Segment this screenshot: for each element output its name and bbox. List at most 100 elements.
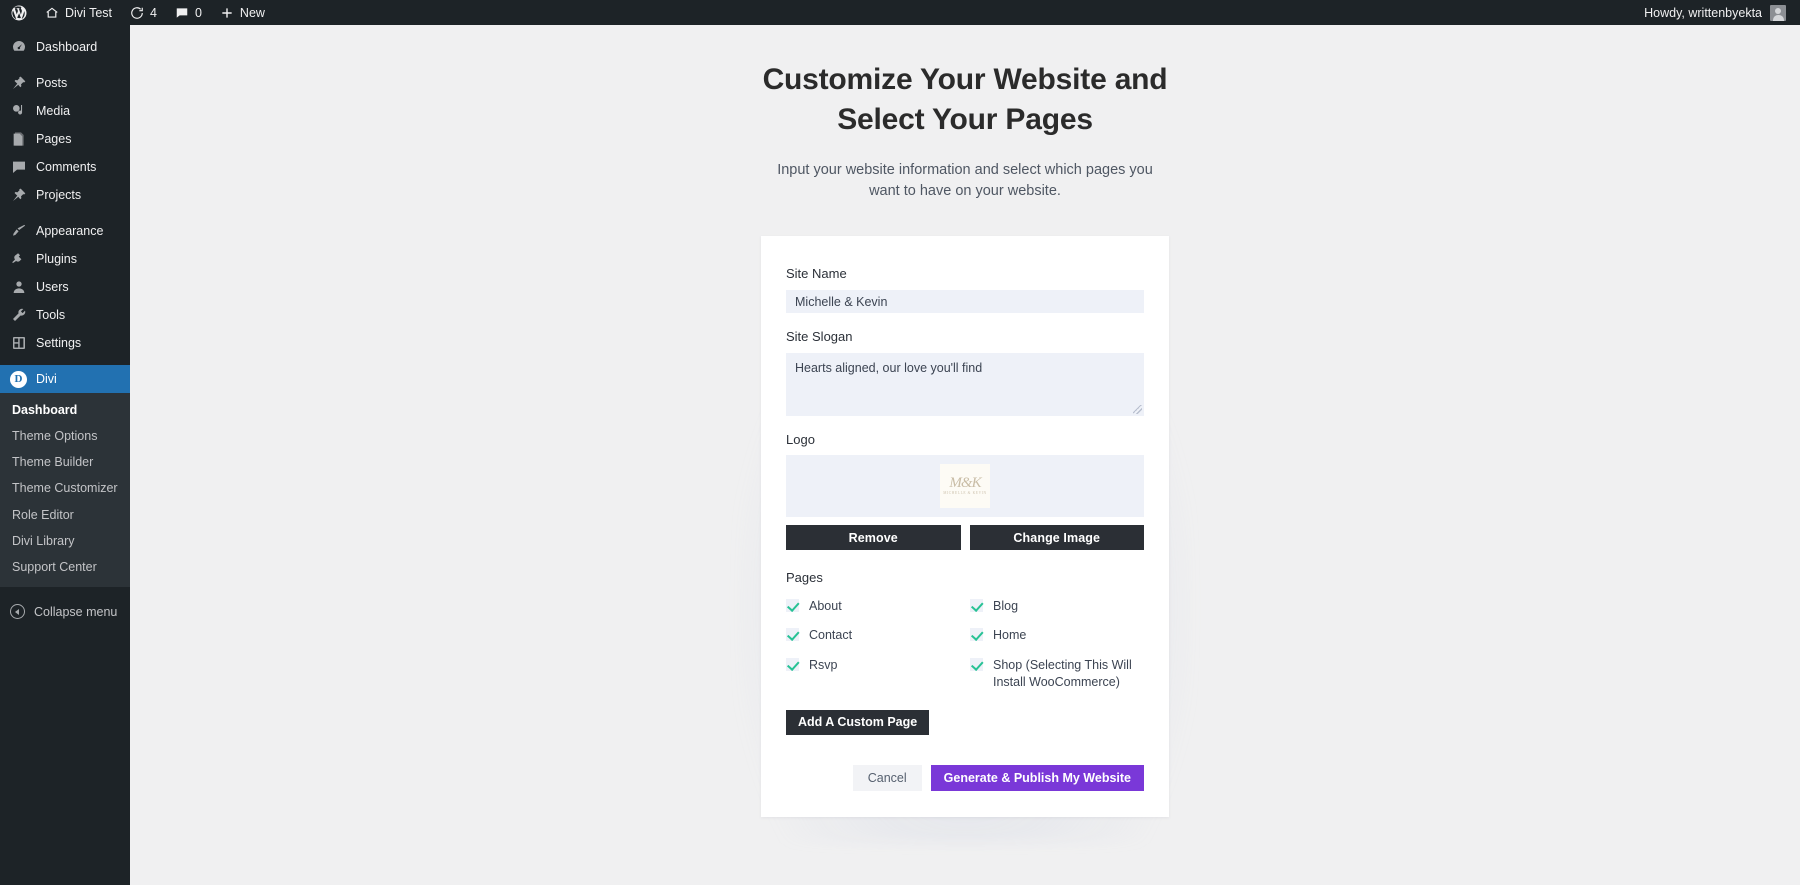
comments-count: 0 <box>194 5 202 20</box>
page-title: Customize Your Website and Select Your P… <box>762 63 1168 136</box>
wordpress-logo-icon <box>10 4 28 22</box>
sidebar-item-plugins[interactable]: Plugins <box>0 245 130 273</box>
check-icon[interactable] <box>970 628 983 642</box>
new-content-label: New <box>239 5 265 20</box>
pages-label: Pages <box>786 570 823 586</box>
change-image-button[interactable]: Change Image <box>969 525 1144 551</box>
sidebar-item-appearance[interactable]: Appearance <box>0 217 130 245</box>
site-name-input[interactable]: Michelle & Kevin <box>786 290 1144 313</box>
comments-icon <box>10 159 27 176</box>
comments-menu[interactable]: 0 <box>166 0 211 25</box>
sidebar-item-tools[interactable]: Tools <box>0 301 130 329</box>
logo-thumbnail: M&K MICHELLE & KEVIN <box>940 464 990 509</box>
submenu-item-theme-options[interactable]: Theme Options <box>0 423 130 449</box>
check-icon[interactable] <box>970 598 983 612</box>
new-content-menu[interactable]: New <box>211 0 274 25</box>
cancel-button[interactable]: Cancel <box>852 764 922 791</box>
page-checkbox-blog[interactable]: Blog <box>970 592 1144 622</box>
site-slogan-field-group: Site Slogan Hearts aligned, our love you… <box>786 329 1144 416</box>
media-icon <box>10 103 27 120</box>
home-icon <box>45 6 59 20</box>
collapse-menu-button[interactable]: Collapse menu <box>0 597 130 627</box>
generate-publish-button[interactable]: Generate & Publish My Website <box>930 764 1144 791</box>
wp-logo-menu[interactable] <box>0 0 36 25</box>
textarea-resize-handle[interactable] <box>1133 404 1142 414</box>
logo-preview-box: M&K MICHELLE & KEVIN <box>786 455 1144 518</box>
submenu-item-support-center[interactable]: Support Center <box>0 554 130 580</box>
page-checkbox-shop[interactable]: Shop (Selecting This Will Install WooCom… <box>970 651 1144 698</box>
page-label: Blog <box>993 598 1019 613</box>
site-name-label: Divi Test <box>65 5 113 20</box>
page-label: Shop (Selecting This Will Install WooCom… <box>993 657 1132 690</box>
site-slogan-label: Site Slogan <box>786 329 853 344</box>
sidebar-item-divi[interactable]: D Divi <box>0 365 130 393</box>
check-icon[interactable] <box>786 657 799 671</box>
submenu-item-divi-library[interactable]: Divi Library <box>0 528 130 554</box>
sidebar-item-projects[interactable]: Projects <box>0 181 130 209</box>
divi-setup-wizard: Customize Your Website and Select Your P… <box>130 25 1800 843</box>
wizard-card: Site Name Michelle & Kevin Site Slogan H… <box>761 236 1169 817</box>
sidebar-item-pages[interactable]: Pages <box>0 125 130 153</box>
sidebar-item-label: Projects <box>36 187 82 202</box>
comments-bubble-icon <box>175 6 189 20</box>
sidebar-item-label: Posts <box>36 75 68 90</box>
sidebar-item-settings[interactable]: Settings <box>0 329 130 357</box>
page-label: Rsvp <box>809 657 838 672</box>
howdy-label: Howdy, writtenbyekta <box>1644 5 1762 20</box>
sidebar-divider <box>0 357 130 365</box>
sidebar-item-media[interactable]: Media <box>0 97 130 125</box>
sidebar-item-label: Divi <box>36 371 57 386</box>
site-slogan-textarea[interactable]: Hearts aligned, our love you'll find <box>786 352 1144 416</box>
sidebar-item-posts[interactable]: Posts <box>0 69 130 97</box>
sidebar-item-label: Settings <box>36 335 82 350</box>
page-label: Home <box>993 628 1027 643</box>
page-checkbox-rsvp[interactable]: Rsvp <box>786 651 960 698</box>
check-icon[interactable] <box>786 628 799 642</box>
sidebar-item-label: Plugins <box>36 251 77 266</box>
add-custom-page-button[interactable]: Add A Custom Page <box>786 709 930 735</box>
page-subtitle: Input your website information and selec… <box>777 161 1153 200</box>
site-name-field-group: Site Name Michelle & Kevin <box>786 266 1144 313</box>
logo-monogram-sub: MICHELLE & KEVIN <box>943 491 987 496</box>
sidebar-item-dashboard[interactable]: Dashboard <box>0 33 130 61</box>
page-checkbox-home[interactable]: Home <box>970 621 1144 651</box>
site-name-menu[interactable]: Divi Test <box>36 0 121 25</box>
admin-sidebar: Dashboard Posts Media Pages Comments Pro… <box>0 25 130 885</box>
page-label: About <box>809 598 842 613</box>
user-icon <box>10 279 27 296</box>
sidebar-item-users[interactable]: Users <box>0 273 130 301</box>
settings-sliders-icon <box>10 335 27 352</box>
page-checkbox-contact[interactable]: Contact <box>786 621 960 651</box>
pin-icon <box>10 187 27 204</box>
admin-bar: Divi Test 4 0 New Howdy, writtenbyekta <box>0 0 1800 25</box>
divi-submenu: Dashboard Theme Options Theme Builder Th… <box>0 393 130 587</box>
collapse-menu-label: Collapse menu <box>34 604 118 619</box>
sidebar-divider <box>0 209 130 217</box>
submenu-item-dashboard[interactable]: Dashboard <box>0 397 130 423</box>
logo-monogram: M&K MICHELLE & KEVIN <box>943 474 987 496</box>
plugin-plug-icon <box>10 251 27 268</box>
check-icon[interactable] <box>786 598 799 612</box>
sidebar-item-label: Users <box>36 279 69 294</box>
page-checkbox-about[interactable]: About <box>786 592 960 622</box>
pages-icon <box>10 131 27 148</box>
submenu-item-theme-customizer[interactable]: Theme Customizer <box>0 475 130 501</box>
site-name-label: Site Name <box>786 266 847 282</box>
updates-menu[interactable]: 4 <box>121 0 166 25</box>
wizard-footer: Cancel Generate & Publish My Website <box>786 764 1144 791</box>
account-menu[interactable]: Howdy, writtenbyekta <box>1635 0 1800 25</box>
pages-checkbox-grid: About Blog Contact Home Rsvp Shop (Selec… <box>786 592 1144 698</box>
wizard-card-wrapper: Site Name Michelle & Kevin Site Slogan H… <box>737 236 1193 843</box>
sidebar-divider <box>0 61 130 69</box>
submenu-item-role-editor[interactable]: Role Editor <box>0 502 130 528</box>
divi-badge-letter: D <box>10 370 27 388</box>
logo-button-row: Remove Change Image <box>786 525 1144 551</box>
page-label: Contact <box>809 628 853 643</box>
sidebar-item-comments[interactable]: Comments <box>0 153 130 181</box>
submenu-item-theme-builder[interactable]: Theme Builder <box>0 449 130 475</box>
sidebar-item-label: Tools <box>36 307 66 322</box>
logo-label: Logo <box>786 431 815 447</box>
remove-logo-button[interactable]: Remove <box>786 525 961 551</box>
sidebar-item-label: Comments <box>36 159 97 174</box>
check-icon[interactable] <box>970 657 983 671</box>
